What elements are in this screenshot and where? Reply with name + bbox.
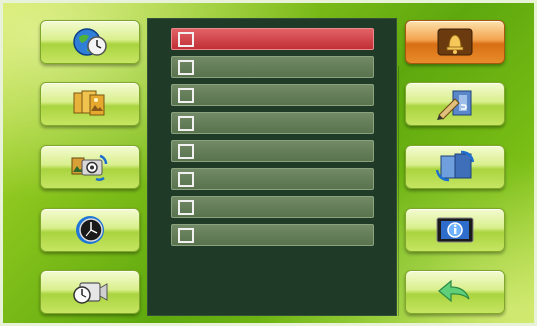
2d-3d-switch-button[interactable] <box>405 145 505 189</box>
2d-3d-switch-icon <box>435 150 475 184</box>
list-item[interactable] <box>171 140 374 162</box>
checkbox[interactable] <box>178 88 194 103</box>
checkbox[interactable] <box>178 172 194 187</box>
camera-sync-icon <box>70 150 110 184</box>
list-item[interactable] <box>171 168 374 190</box>
list-item[interactable] <box>171 196 374 218</box>
screen <box>0 0 537 326</box>
info-button[interactable] <box>405 208 505 252</box>
checkbox[interactable] <box>178 228 194 243</box>
list-item[interactable] <box>171 112 374 134</box>
clock-dial-icon <box>70 213 110 247</box>
list-item[interactable] <box>171 56 374 78</box>
list-item[interactable] <box>171 224 374 246</box>
video-camera-icon <box>70 275 110 309</box>
checkbox[interactable] <box>178 116 194 131</box>
list-item[interactable] <box>171 84 374 106</box>
video-camera-button[interactable] <box>40 270 140 314</box>
photo-album-button[interactable] <box>40 82 140 126</box>
back-button[interactable] <box>405 270 505 314</box>
pen-3d-icon <box>435 87 475 121</box>
checkbox[interactable] <box>178 60 194 75</box>
globe-clock-icon <box>70 25 110 59</box>
camera-sync-button[interactable] <box>40 145 140 189</box>
bell-button[interactable] <box>405 20 505 64</box>
back-arrow-icon <box>435 275 475 309</box>
3d-edit-button[interactable] <box>405 82 505 126</box>
checkbox[interactable] <box>178 32 194 47</box>
photo-stack-icon <box>70 87 110 121</box>
clock-settings-button[interactable] <box>40 208 140 252</box>
checkbox[interactable] <box>178 144 194 159</box>
world-clock-button[interactable] <box>40 20 140 64</box>
divider <box>398 66 399 316</box>
checkbox[interactable] <box>178 200 194 215</box>
list-item[interactable] <box>171 28 374 50</box>
checklist-panel <box>147 18 397 316</box>
bell-icon <box>435 25 475 59</box>
info-screen-icon <box>435 213 475 247</box>
